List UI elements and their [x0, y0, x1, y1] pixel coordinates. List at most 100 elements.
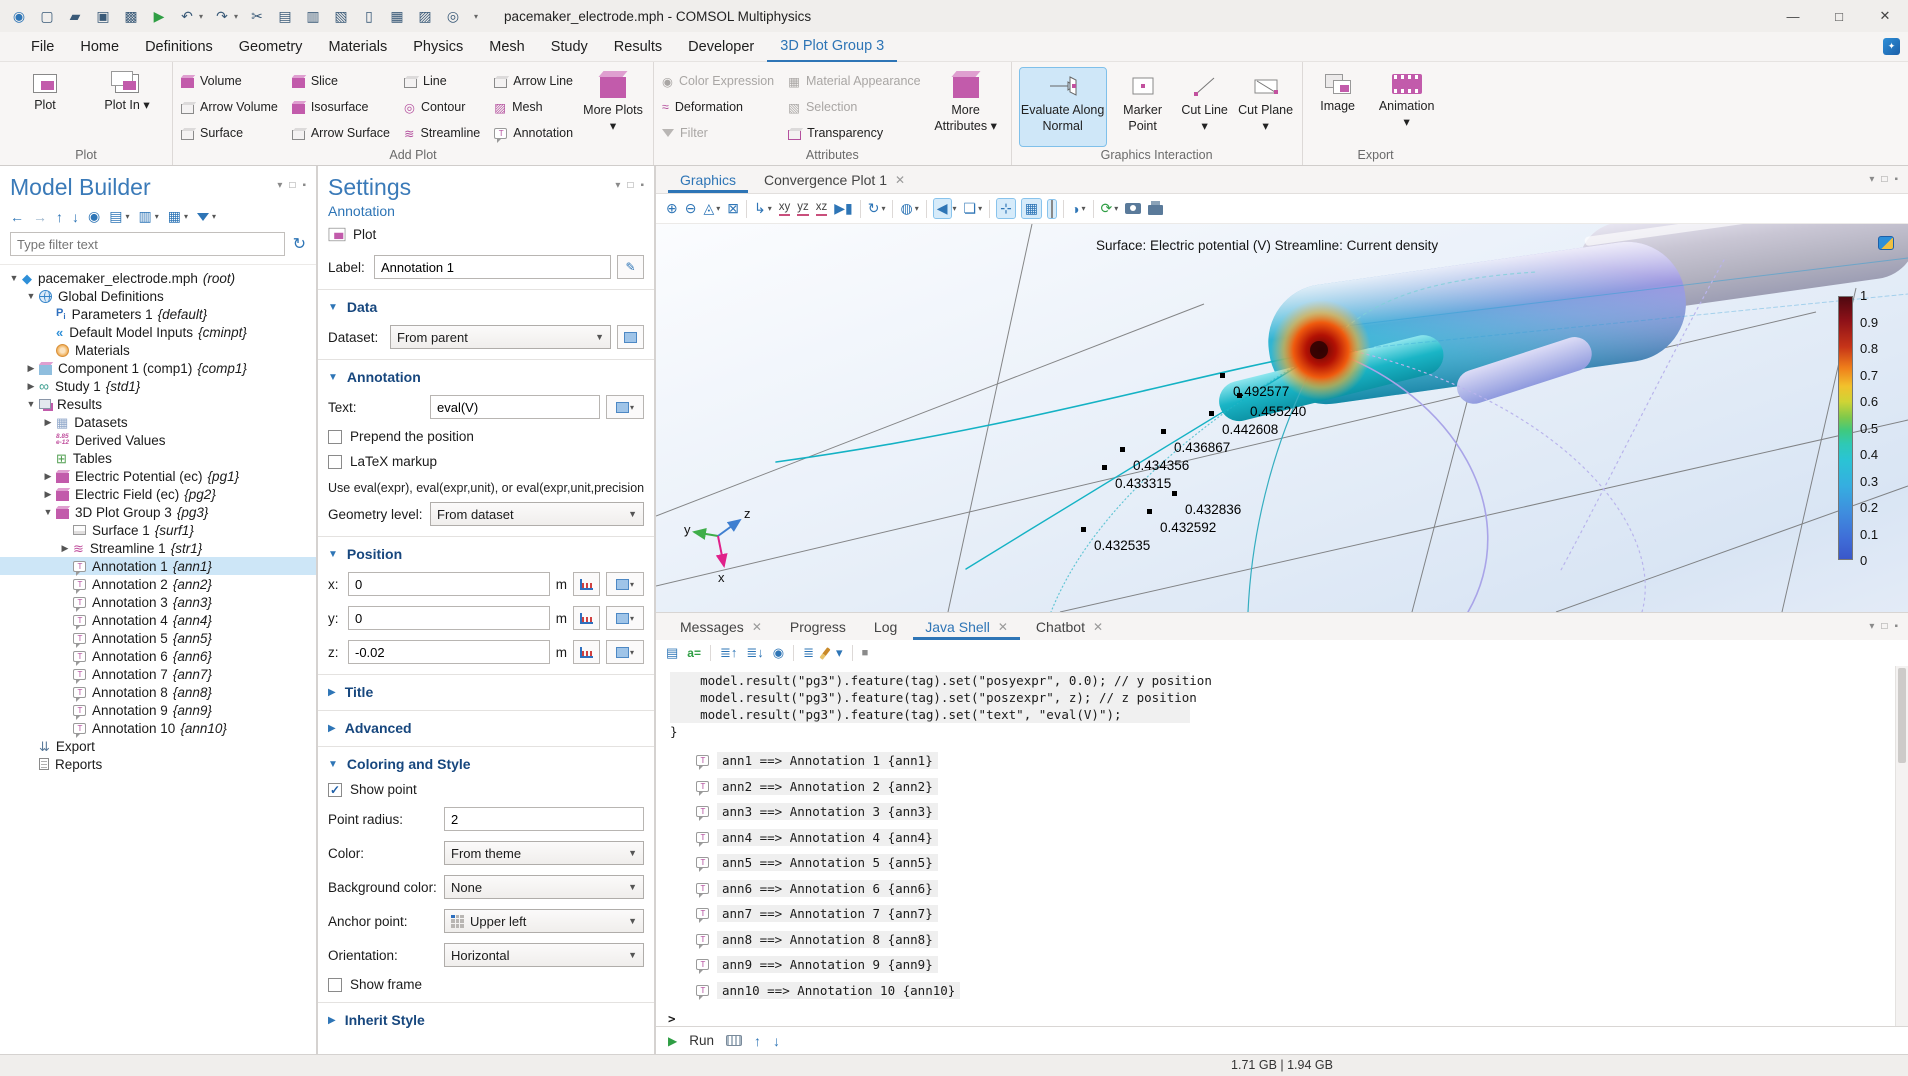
previous-command-icon[interactable]: ↑	[754, 1033, 761, 1049]
more-attributes-button[interactable]: More Attributes ▾	[929, 68, 1003, 146]
tree-item-annotation-3[interactable]: Annotation 3{ann3}	[0, 593, 316, 611]
undo-icon[interactable]: ↶	[178, 8, 196, 25]
new-file-icon[interactable]: ▢	[38, 8, 56, 25]
section-coloring-and-style[interactable]: ▼Coloring and Style	[318, 746, 654, 777]
close-tab-icon[interactable]: ✕	[895, 173, 905, 187]
y-field[interactable]	[348, 606, 550, 630]
snapshot-icon[interactable]	[1125, 203, 1141, 214]
dataset-select[interactable]: From parent▼	[390, 325, 611, 349]
tree-item-global-definitions[interactable]: ▼Global Definitions	[0, 287, 316, 305]
tree-filter-input[interactable]	[10, 232, 285, 256]
section-annotation[interactable]: ▼Annotation	[318, 359, 654, 390]
tab-log[interactable]: Log	[862, 615, 909, 640]
menu-physics[interactable]: Physics	[400, 32, 476, 62]
select-box-icon[interactable]: ▦	[388, 8, 406, 25]
expander-icon[interactable]: ▶	[40, 417, 56, 428]
deselect-icon[interactable]: ▨	[416, 8, 434, 25]
menu-study[interactable]: Study	[538, 32, 601, 62]
menu-materials[interactable]: Materials	[315, 32, 400, 62]
cut-plane-button[interactable]: Cut Plane ▾	[1238, 68, 1294, 146]
section-data[interactable]: ▼Data	[318, 289, 654, 320]
section-advanced[interactable]: ▶Advanced	[318, 710, 654, 741]
open-file-icon[interactable]: ▰	[66, 8, 84, 25]
back-icon[interactable]: ←	[10, 209, 24, 225]
panel-pin-icon[interactable]: ▪	[640, 180, 644, 191]
view-yz-button[interactable]: yz	[797, 201, 809, 216]
plot-button[interactable]: Plot	[8, 68, 82, 146]
panel-menu-icon[interactable]: ▾	[1869, 174, 1874, 185]
evaluate-along-normal-button[interactable]: Evaluate Along Normal	[1020, 68, 1106, 146]
forward-icon[interactable]: →	[33, 209, 47, 225]
y-range-button[interactable]	[573, 606, 600, 630]
expander-icon[interactable]: ▼	[6, 273, 22, 283]
rename-button[interactable]: ✎	[617, 255, 644, 279]
add-line-button[interactable]: Line	[404, 74, 480, 88]
menu-file[interactable]: File	[18, 32, 67, 62]
move-up-icon[interactable]: ↑	[56, 209, 63, 225]
clear-console-icon[interactable]	[819, 647, 830, 660]
undo-dropdown-icon[interactable]: ▾	[199, 12, 203, 21]
collapse-all-icon[interactable]: ▤	[109, 208, 122, 225]
tree-item-electric-potential[interactable]: ▶Electric Potential (ec){pg1}	[0, 467, 316, 485]
zoom-out-icon[interactable]: ⊖	[685, 200, 697, 217]
x-field[interactable]	[348, 572, 550, 596]
run-play-icon[interactable]: ▶	[668, 1034, 677, 1048]
tree-item-parameters[interactable]: PiParameters 1{default}	[0, 305, 316, 323]
y-expression-button[interactable]: ▾	[606, 606, 644, 630]
add-surface-button[interactable]: Surface	[181, 126, 278, 140]
expander-icon[interactable]: ▼	[23, 399, 39, 409]
tree-item-annotation-2[interactable]: Annotation 2{ann2}	[0, 575, 316, 593]
word-wrap-icon[interactable]: ≣	[803, 645, 814, 661]
redo-dropdown-icon[interactable]: ▾	[234, 12, 238, 21]
tab-chatbot[interactable]: Chatbot✕	[1024, 615, 1115, 640]
tree-item-annotation-6[interactable]: Annotation 6{ann6}	[0, 647, 316, 665]
expander-icon[interactable]: ▶	[40, 471, 56, 482]
tree-item-reports[interactable]: Reports	[0, 755, 316, 773]
tree-item-annotation-7[interactable]: Annotation 7{ann7}	[0, 665, 316, 683]
latex-markup-checkbox[interactable]	[328, 455, 342, 469]
color-select[interactable]: From theme▼	[444, 841, 644, 865]
tree-item-derived-values[interactable]: 8.85e-12Derived Values	[0, 431, 316, 449]
show-icon[interactable]: ◉	[773, 645, 784, 661]
scrollbar-thumb[interactable]	[1898, 668, 1906, 763]
refresh-icon[interactable]: ↻	[293, 234, 306, 254]
settings-plot-button[interactable]: Plot	[353, 227, 376, 242]
transparency-button[interactable]: Transparency	[788, 126, 920, 140]
add-arrow-volume-button[interactable]: Arrow Volume	[181, 100, 278, 114]
run-button[interactable]: Run	[689, 1033, 714, 1048]
deformation-button[interactable]: ≈Deformation	[662, 100, 774, 114]
z-range-button[interactable]	[573, 640, 600, 664]
scroll-to-bottom-icon[interactable]: ≣↓	[746, 645, 763, 661]
zoom-extents-icon[interactable]: ⊠	[727, 200, 739, 217]
tree-item-datasets[interactable]: ▶▦Datasets	[0, 413, 316, 431]
tree-item-3d-plot-group-3[interactable]: ▼3D Plot Group 3{pg3}	[0, 503, 316, 521]
tree-item-annotation-8[interactable]: Annotation 8{ann8}	[0, 683, 316, 701]
tree-item-electric-field[interactable]: ▶Electric Field (ec){pg2}	[0, 485, 316, 503]
tab-graphics[interactable]: Graphics	[668, 168, 748, 193]
x-range-button[interactable]	[573, 572, 600, 596]
maximize-button[interactable]: □	[1816, 0, 1862, 32]
tab-convergence-plot-1[interactable]: Convergence Plot 1✕	[752, 168, 917, 193]
run-icon[interactable]: ▶	[150, 8, 168, 25]
scene-light-icon[interactable]: ◍	[900, 200, 912, 217]
tree-item-surface-1[interactable]: Surface 1{surf1}	[0, 521, 316, 539]
command-history-icon[interactable]	[726, 1035, 742, 1046]
edit-dataset-button[interactable]	[617, 325, 644, 349]
paste-icon[interactable]: ▥	[304, 8, 322, 25]
add-streamline-button[interactable]: ≋Streamline	[404, 126, 480, 141]
marker-point-button[interactable]: Marker Point	[1114, 68, 1172, 146]
expander-icon[interactable]: ▼	[23, 291, 39, 301]
expander-icon[interactable]: ▶	[57, 543, 73, 554]
zoom-in-icon[interactable]: ⊕	[666, 200, 678, 217]
console-scrollbar[interactable]	[1895, 666, 1908, 1026]
copy-icon[interactable]: ▤	[276, 8, 294, 25]
section-title[interactable]: ▶Title	[318, 674, 654, 705]
background-color-select[interactable]: None▼	[444, 875, 644, 899]
tree-item-annotation-9[interactable]: Annotation 9{ann9}	[0, 701, 316, 719]
panel-pin-icon[interactable]: ▪	[1894, 621, 1898, 632]
assign-icon[interactable]: a=	[687, 646, 701, 660]
add-contour-button[interactable]: ◎Contour	[404, 100, 480, 115]
z-expression-button[interactable]: ▾	[606, 640, 644, 664]
customize-toolbar-icon[interactable]: ▾	[474, 12, 478, 21]
minimize-button[interactable]: —	[1770, 0, 1816, 32]
